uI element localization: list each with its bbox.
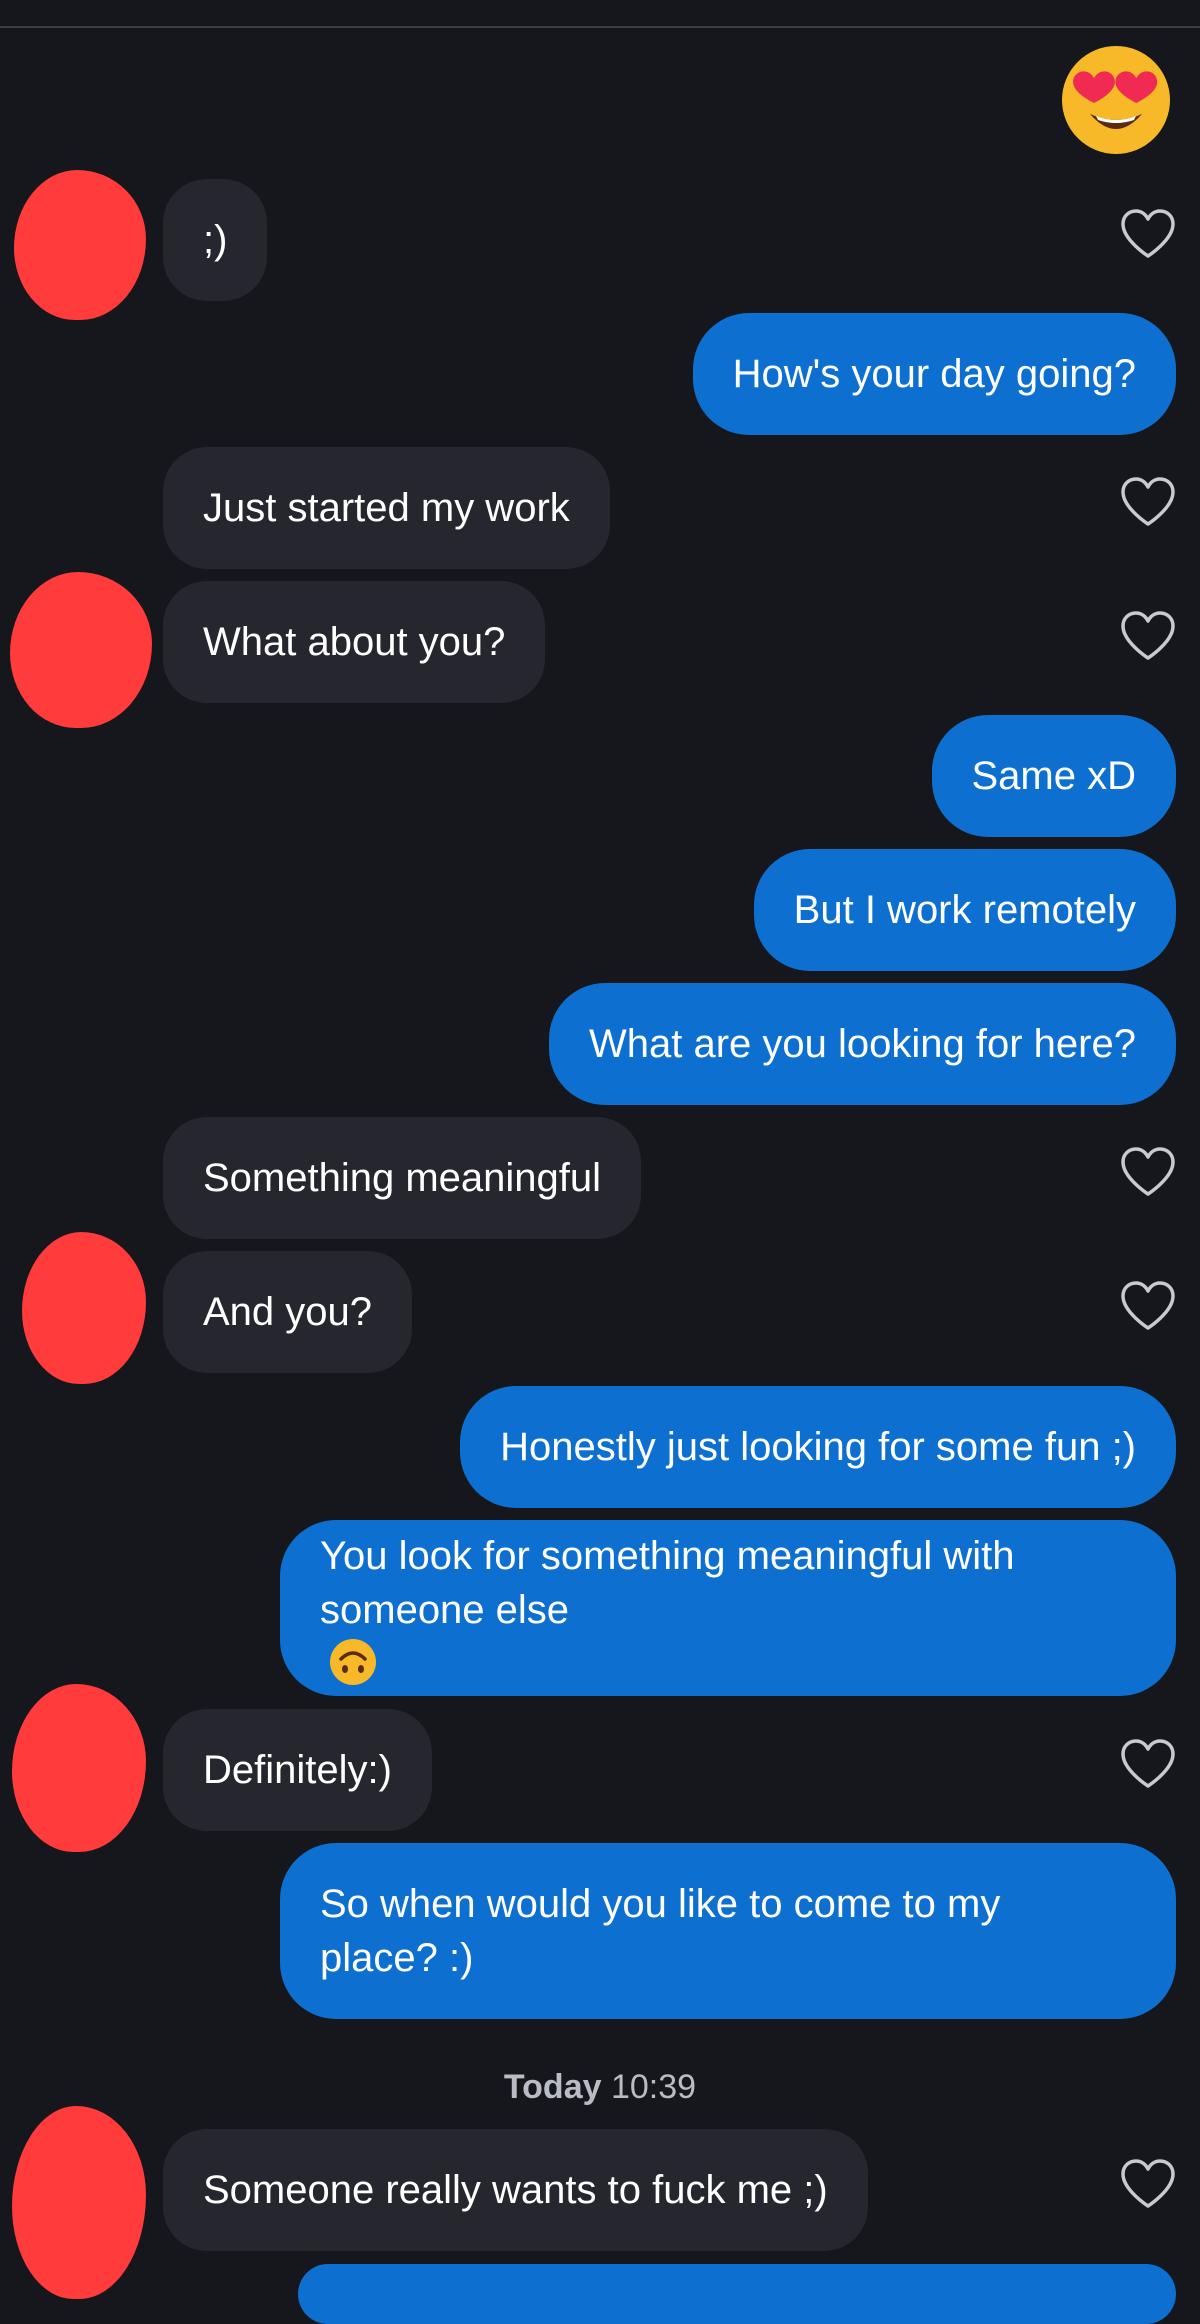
heart-outline-icon[interactable] (1119, 1280, 1177, 1332)
timestamp-divider: Today 10:39 (0, 2068, 1200, 2107)
avatar[interactable] (22, 1232, 146, 1384)
avatar[interactable] (14, 170, 146, 320)
incoming-message-bubble[interactable]: What about you? (163, 581, 546, 703)
heart-outline-icon[interactable] (1119, 208, 1177, 260)
incoming-message-bubble[interactable]: Someone really wants to fuck me ;) (163, 2129, 868, 2251)
message-text: And you? (203, 1290, 373, 1334)
incoming-message-bubble[interactable]: ;) (163, 179, 268, 301)
outgoing-message-bubble[interactable]: What are you looking for here? (549, 983, 1176, 1105)
message-text: Just started my work (203, 486, 570, 530)
outgoing-message-bubble[interactable]: You look for something meaningful with s… (280, 1520, 1176, 1696)
message-text: Honestly just looking for some fun ;) (500, 1425, 1136, 1469)
incoming-message-bubble[interactable]: And you? (163, 1251, 413, 1373)
avatar[interactable] (10, 572, 152, 728)
heart-outline-icon[interactable] (1119, 2158, 1177, 2210)
upside-down-face-emoji (328, 1637, 378, 1687)
timestamp-time: 10:39 (610, 2068, 697, 2106)
message-text: But I work remotely (793, 888, 1136, 932)
outgoing-message-bubble[interactable]: So when would you like to come to my pla… (280, 1843, 1176, 2019)
avatar[interactable] (12, 1684, 146, 1852)
message-text: Same xD (971, 754, 1137, 798)
timestamp-day: Today (503, 2068, 602, 2106)
heart-outline-icon[interactable] (1119, 476, 1177, 528)
message-text: ;) (203, 218, 228, 262)
incoming-message-bubble[interactable]: Just started my work (163, 447, 610, 569)
heart-eyes-emoji (1060, 44, 1172, 156)
message-text: Something meaningful (203, 1156, 602, 1200)
message-text: Someone really wants to fuck me ;) (203, 2168, 828, 2212)
heart-outline-icon[interactable] (1119, 610, 1177, 662)
message-text-line: So when would you like to come to my (320, 1882, 1001, 1926)
outgoing-message-bubble[interactable]: But I work remotely (753, 849, 1176, 971)
message-text: What are you looking for here? (589, 1022, 1136, 1066)
outgoing-message-bubble[interactable]: Honestly just looking for some fun ;) (460, 1386, 1176, 1508)
message-text-line: someone else (320, 1583, 1015, 1687)
message-text: Definitely:) (203, 1748, 392, 1792)
heart-outline-icon[interactable] (1119, 1146, 1177, 1198)
message-text-line: You look for something meaningful with (320, 1534, 1015, 1578)
avatar[interactable] (12, 2106, 146, 2299)
outgoing-message-bubble[interactable]: How's your day going? (692, 313, 1176, 435)
outgoing-message-bubble[interactable]: Same xD (931, 715, 1176, 837)
message-text: What about you? (203, 620, 506, 664)
message-text-line: place? :) (320, 1936, 474, 1980)
heart-outline-icon[interactable] (1119, 1738, 1177, 1790)
top-divider (0, 0, 1200, 28)
incoming-message-bubble[interactable]: Definitely:) (163, 1709, 432, 1831)
message-text: How's your day going? (732, 352, 1136, 396)
incoming-message-bubble[interactable]: Something meaningful (163, 1117, 642, 1239)
outgoing-message-bubble-partial[interactable] (298, 2264, 1176, 2324)
